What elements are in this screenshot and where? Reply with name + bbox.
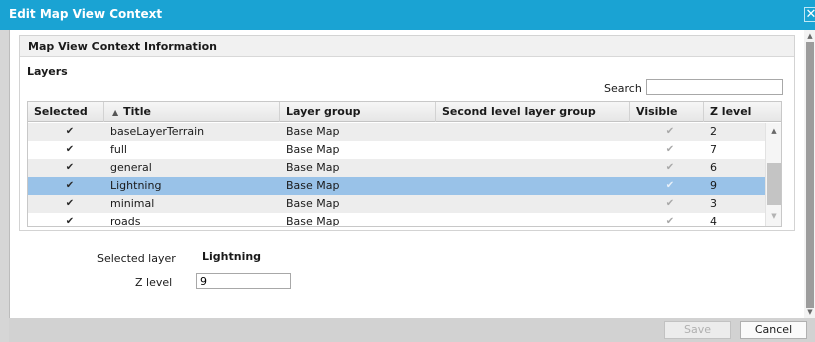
table-row[interactable]: ✔ baseLayerTerrain Base Map ✔ 2 [28, 123, 765, 141]
row-layer-group: Base Map [286, 125, 340, 138]
column-header-second-level-layer-group[interactable]: Second level layer group [436, 102, 630, 122]
row-z-level: 4 [710, 215, 717, 227]
table-row[interactable]: ✔ full Base Map ✔ 7 [28, 141, 765, 159]
row-z-level: 2 [710, 125, 717, 138]
grid-header: Selected ▲ Title Layer group Second level… [28, 102, 781, 122]
row-z-level: 6 [710, 161, 717, 174]
search-label: Search [604, 82, 642, 95]
sort-ascending-icon: ▲ [112, 108, 119, 117]
row-layer-group: Base Map [286, 179, 340, 192]
column-header-selected[interactable]: Selected [28, 102, 104, 122]
edit-map-view-context-dialog: Edit Map View Context ✕ ▲ ▼ Map View Con… [0, 0, 815, 342]
dialog-scrollbar-thumb[interactable] [806, 42, 814, 308]
scroll-up-icon[interactable]: ▲ [805, 32, 815, 40]
table-row[interactable]: ✔ minimal Base Map ✔ 3 [28, 195, 765, 213]
row-layer-group: Base Map [286, 197, 340, 210]
row-layer-group: Base Map [286, 215, 340, 227]
table-row[interactable]: ✔ roads Base Map ✔ 4 [28, 213, 765, 227]
selected-checkbox[interactable]: ✔ [65, 199, 75, 209]
cancel-button[interactable]: Cancel [740, 321, 807, 339]
row-second-level-group [436, 177, 442, 195]
panel-header: Map View Context Information [20, 36, 794, 57]
close-icon[interactable]: ✕ [804, 7, 815, 22]
table-row[interactable]: ✔ general Base Map ✔ 6 [28, 159, 765, 177]
visible-checkbox: ✔ [665, 162, 675, 173]
column-header-layer-group[interactable]: Layer group [280, 102, 436, 122]
selected-checkbox[interactable]: ✔ [65, 217, 75, 227]
column-header-z-level[interactable]: Z level [704, 102, 781, 122]
row-title: full [110, 143, 127, 156]
grid-scroll-up-icon[interactable]: ▲ [768, 127, 780, 135]
grid-scrollbar-thumb[interactable] [767, 163, 781, 205]
z-level-label: Z level [135, 276, 173, 289]
row-z-level: 3 [710, 197, 717, 210]
z-level-input[interactable] [196, 273, 291, 289]
grid-scroll-down-icon[interactable]: ▼ [768, 212, 780, 220]
selected-checkbox[interactable]: ✔ [65, 163, 75, 173]
row-z-level: 7 [710, 143, 717, 156]
column-header-visible[interactable]: Visible [630, 102, 704, 122]
layers-label: Layers [27, 65, 68, 78]
row-layer-group: Base Map [286, 161, 340, 174]
dialog-title: Edit Map View Context [9, 7, 163, 21]
grid-scrollbar[interactable]: ▲ ▼ [765, 123, 781, 226]
row-title: roads [110, 215, 141, 227]
row-second-level-group [436, 195, 442, 213]
row-second-level-group [436, 213, 442, 226]
visible-checkbox: ✔ [665, 126, 675, 137]
row-z-level: 9 [710, 179, 717, 192]
selected-layer-label: Selected layer [97, 252, 176, 265]
visible-checkbox: ✔ [665, 216, 675, 227]
panel-title: Map View Context Information [28, 40, 217, 53]
row-second-level-group [436, 123, 442, 141]
column-header-title[interactable]: ▲ Title [104, 102, 280, 122]
row-second-level-group [436, 141, 442, 159]
row-title: baseLayerTerrain [110, 125, 205, 138]
row-title: minimal [110, 197, 155, 210]
selected-layer-value: Lightning [202, 250, 262, 263]
scroll-down-icon[interactable]: ▼ [805, 308, 815, 316]
row-second-level-group [436, 159, 442, 177]
dialog-scrollbar[interactable]: ▲ ▼ [804, 30, 815, 318]
visible-checkbox: ✔ [665, 144, 675, 155]
row-title: general [110, 161, 152, 174]
visible-checkbox: ✔ [665, 198, 675, 209]
layers-grid: Selected ▲ Title Layer group Second level… [27, 101, 782, 227]
selected-checkbox[interactable]: ✔ [65, 127, 75, 137]
row-layer-group: Base Map [286, 143, 340, 156]
search-input[interactable] [646, 79, 783, 95]
dialog-titlebar: Edit Map View Context [0, 0, 815, 30]
selected-checkbox[interactable]: ✔ [65, 145, 75, 155]
save-button[interactable]: Save [664, 321, 731, 339]
visible-checkbox: ✔ [665, 180, 675, 191]
table-row-selected[interactable]: ✔ Lightning Base Map ✔ 9 [28, 177, 765, 195]
row-title: Lightning [110, 179, 162, 192]
selected-checkbox[interactable]: ✔ [65, 181, 75, 191]
